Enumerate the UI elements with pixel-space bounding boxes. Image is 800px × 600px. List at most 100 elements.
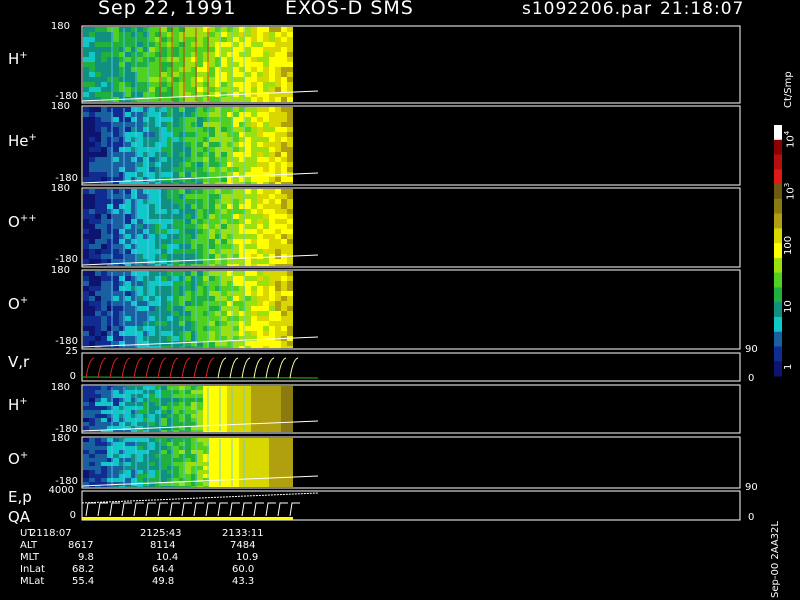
heatmap-cell xyxy=(221,442,227,446)
heatmap-cell xyxy=(137,152,143,157)
tick-p7-bottom: 0 xyxy=(69,510,76,521)
heatmap-cell xyxy=(125,122,131,127)
heatmap-cell xyxy=(263,386,269,390)
heatmap-cell xyxy=(173,82,179,87)
heatmap-cell xyxy=(221,426,227,430)
heatmap-cell xyxy=(245,194,251,199)
heatmap-cell xyxy=(209,142,215,147)
heatmap-cell xyxy=(257,57,263,62)
heatmap-cell xyxy=(185,311,191,316)
heatmap-cell xyxy=(233,316,239,321)
heatmap-cell xyxy=(83,209,89,214)
heatmap-cell xyxy=(101,92,107,97)
heatmap-cell xyxy=(287,224,293,229)
vr-trace xyxy=(109,357,119,379)
heatmap-cell xyxy=(149,422,155,426)
heatmap-cell xyxy=(95,147,101,152)
heatmap-cell xyxy=(245,137,251,142)
heatmap-cell xyxy=(287,450,293,454)
heatmap-cell xyxy=(209,189,215,194)
heatmap-cell xyxy=(83,127,89,132)
ep-step xyxy=(121,502,132,517)
ep-step xyxy=(241,502,252,517)
heatmap-cell xyxy=(221,77,227,82)
heatmap-cell xyxy=(101,204,107,209)
heatmap-cell xyxy=(233,406,239,410)
heatmap-cell xyxy=(245,430,251,432)
heatmap-cell xyxy=(281,466,287,470)
heatmap-cell xyxy=(125,204,131,209)
heatmap-cell xyxy=(251,386,257,390)
heatmap-cell xyxy=(287,414,293,418)
heatmap-cell xyxy=(221,72,227,77)
footer-cell: 43.3 xyxy=(232,576,255,587)
footer-cell: 64.4 xyxy=(152,564,175,575)
heatmap-cell xyxy=(263,47,269,52)
heatmap-cell xyxy=(125,446,131,450)
heatmap-cell xyxy=(257,474,263,478)
heatmap-cell xyxy=(287,259,293,264)
heatmap-cell xyxy=(281,276,287,281)
heatmap-cell xyxy=(185,157,191,162)
heatmap-cell xyxy=(173,117,179,122)
heatmap-cell xyxy=(185,172,191,177)
heatmap-cell xyxy=(185,336,191,341)
heatmap-cell xyxy=(281,107,287,112)
heatmap-cell xyxy=(89,147,95,152)
heatmap-cell xyxy=(251,249,257,254)
heatmap-cell xyxy=(287,301,293,306)
heatmap-cell xyxy=(275,306,281,311)
heatmap-cell xyxy=(161,219,167,224)
heatmap-cell xyxy=(263,152,269,157)
heatmap-cell xyxy=(161,189,167,194)
heatmap-cell xyxy=(281,189,287,194)
heatmap-cell xyxy=(263,470,269,474)
heatmap-cell xyxy=(251,204,257,209)
heatmap-cell xyxy=(281,470,287,474)
vr-trace xyxy=(157,357,167,379)
heatmap-cell xyxy=(221,27,227,32)
heatmap-cell xyxy=(287,466,293,470)
heatmap-cell xyxy=(281,194,287,199)
heatmap-cell xyxy=(185,189,191,194)
heatmap-cell xyxy=(95,72,101,77)
heatmap-cell xyxy=(269,410,275,414)
heatmap-cell xyxy=(221,162,227,167)
colorbar-swatch xyxy=(774,228,782,244)
heatmap-cell xyxy=(245,177,251,182)
heatmap-cell xyxy=(257,42,263,47)
heatmap-cell xyxy=(83,326,89,331)
heatmap-cell xyxy=(263,336,269,341)
heatmap-cell xyxy=(263,27,269,32)
heatmap-cell xyxy=(173,87,179,92)
heatmap-cell xyxy=(269,454,275,458)
heatmap-cell xyxy=(275,446,281,450)
heatmap-cell xyxy=(287,316,293,321)
heatmap-cell xyxy=(233,162,239,167)
heatmap-cell xyxy=(173,57,179,62)
heatmap-cell xyxy=(233,194,239,199)
heatmap-cell xyxy=(149,72,155,77)
colorbar-swatch xyxy=(774,154,782,170)
heatmap-cell xyxy=(173,97,179,102)
heatmap-cell xyxy=(221,229,227,234)
heatmap-cell xyxy=(245,27,251,32)
heatmap-cell xyxy=(101,316,107,321)
heatmap-cell xyxy=(161,394,167,398)
heatmap-cell xyxy=(197,326,203,331)
heatmap-cell xyxy=(149,311,155,316)
heatmap-cell xyxy=(89,47,95,52)
heatmap-cell xyxy=(137,67,143,72)
heatmap-cell xyxy=(209,418,215,422)
heatmap-cell xyxy=(89,386,95,390)
heatmap-cell xyxy=(95,321,101,326)
heatmap-cell xyxy=(275,52,281,57)
heatmap-cell xyxy=(89,189,95,194)
heatmap-cell xyxy=(137,326,143,331)
heatmap-cell xyxy=(137,172,143,177)
heatmap-cell xyxy=(275,87,281,92)
heatmap-cell xyxy=(197,214,203,219)
heatmap-cell xyxy=(197,57,203,62)
heatmap-cell xyxy=(197,281,203,286)
heatmap-cell xyxy=(275,72,281,77)
